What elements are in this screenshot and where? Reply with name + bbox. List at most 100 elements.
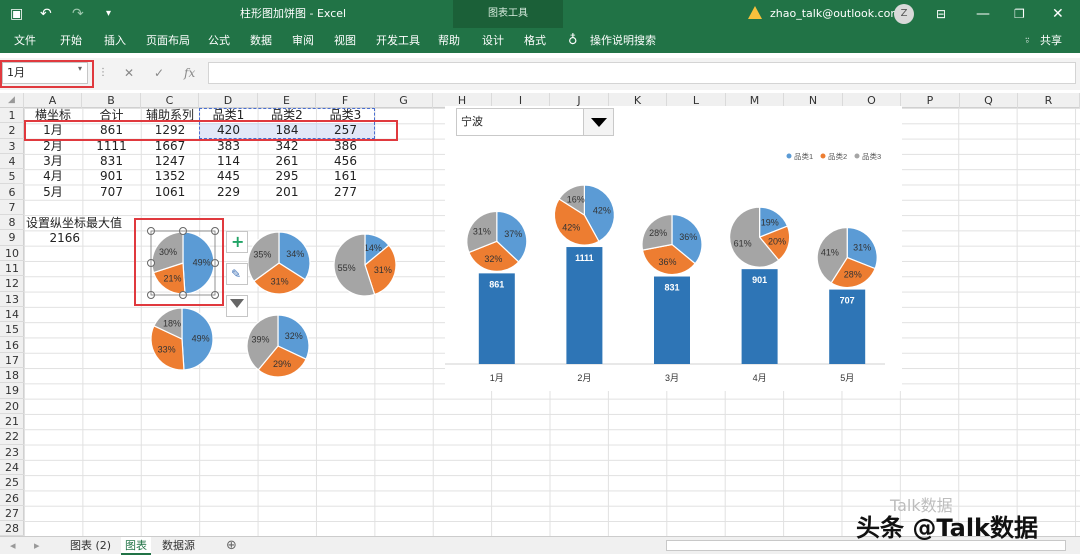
pie-data-label: 20% (768, 237, 786, 247)
restore-icon[interactable]: ❐ (1014, 0, 1025, 28)
chart-canvas: 8611月37%32%31%11112月42%42%16%8313月36%36%… (445, 151, 885, 383)
avatar[interactable]: Z (894, 4, 914, 24)
sheet-tab[interactable]: 数据源 (158, 537, 199, 555)
pie-data-label: 55% (338, 263, 356, 273)
next-sheet-icon[interactable]: ▸ (30, 537, 44, 555)
bar-value-label: 1111 (575, 253, 594, 263)
bar-value-label: 707 (840, 296, 855, 306)
chart-tools-context-tab: 图表工具 (453, 0, 563, 28)
row-header[interactable]: 26 (0, 491, 24, 506)
chart-pie-4月[interactable]: 19% 20% 61% (729, 206, 791, 268)
pie-data-label: 32% (484, 254, 502, 264)
column-header[interactable]: R (1018, 93, 1080, 108)
chart-pie-2月[interactable]: 42% 42% 16% (553, 184, 615, 246)
legend-marker (854, 153, 860, 159)
pie-data-label: 41% (821, 248, 839, 258)
pie-data-label: 31% (853, 242, 871, 252)
pie-data-label: 29% (273, 359, 291, 369)
plus-icon: + (231, 232, 245, 251)
watermark: 头条 @Talk数据 (856, 514, 1039, 542)
sheet-tab-active[interactable]: 图表 (121, 537, 151, 555)
chart-pie-1月[interactable]: 37% 32% 31% (466, 210, 528, 272)
brush-icon: ✎ (231, 267, 242, 281)
sheet-pie-5[interactable]: 32% 29% 39% (246, 314, 310, 378)
lightbulb-icon: ♁ (568, 33, 578, 48)
selected-pie-highlight (134, 218, 224, 306)
chart-styles-button[interactable]: ✎ (226, 263, 248, 285)
category-label: 4月 (753, 373, 767, 383)
city-dropdown[interactable]: 宁波 (456, 108, 614, 136)
pie-data-label: 28% (649, 228, 667, 238)
chart-pie-3月[interactable]: 36% 36% 28% (641, 213, 703, 276)
pie-data-label: 42% (562, 222, 580, 232)
row-header[interactable]: 23 (0, 445, 24, 460)
ribbon-display-icon[interactable]: ⊟ (936, 0, 946, 28)
bar-2月[interactable] (566, 247, 603, 364)
row-header[interactable]: 22 (0, 429, 24, 445)
legend-marker (820, 153, 826, 159)
sheet-pie-3[interactable]: 14% 31% 55% (333, 233, 397, 297)
sheet-tab[interactable]: 图表 (2) (66, 537, 115, 555)
add-sheet-icon[interactable]: ⊕ (222, 537, 241, 555)
pie-data-label: 35% (253, 250, 271, 260)
pie-data-label: 16% (567, 194, 585, 204)
bar-value-label: 831 (664, 283, 679, 293)
pie-data-label: 28% (844, 270, 862, 280)
tell-me-search[interactable]: 操作说明搜索 (590, 28, 656, 53)
legend-label: 品类3 (862, 151, 881, 161)
legend-marker (786, 153, 792, 159)
tab-design[interactable]: 设计 (482, 28, 504, 53)
row-header[interactable]: 20 (0, 399, 24, 414)
row-header[interactable]: 28 (0, 521, 24, 537)
chart-legend[interactable]: 品类1 品类2 品类3 (786, 151, 882, 161)
legend-label: 品类2 (828, 151, 847, 161)
chart-elements-button[interactable]: + (226, 231, 248, 253)
share-button[interactable]: 共享 (1040, 28, 1062, 53)
pie-data-label: 39% (251, 335, 269, 345)
dropdown-button[interactable] (583, 109, 613, 135)
row-header[interactable]: 25 (0, 475, 24, 491)
sheet-pie-4[interactable]: 49% 33% 18% (150, 307, 214, 371)
pie-data-label: 31% (271, 277, 289, 287)
sheet-pie-charts[interactable]: 49%21%30% 34%31%35%14%31%55%49%33%18%32%2… (0, 0, 445, 400)
pie-data-label: 34% (286, 249, 304, 259)
filter-icon (230, 299, 244, 308)
dropdown-value: 宁波 (461, 115, 483, 128)
combo-chart[interactable]: 861 1月 37% 32% 31% 1111 2月 42% 42% 16% 831 3月 36% 36%… (445, 106, 902, 391)
pie-data-label: 49% (192, 333, 210, 343)
row-header[interactable]: 24 (0, 460, 24, 476)
row-header[interactable]: 21 (0, 414, 24, 430)
minimize-icon[interactable]: — (976, 0, 990, 28)
category-label: 5月 (840, 373, 854, 383)
category-label: 2月 (577, 373, 591, 383)
column-header[interactable]: Q (960, 93, 1018, 108)
legend-label: 品类1 (794, 151, 813, 161)
chart-filters-button[interactable] (226, 295, 248, 317)
pie-data-label: 33% (158, 344, 176, 354)
pie-data-label: 31% (473, 226, 491, 236)
account-email[interactable]: zhao_talk@outlook.com (770, 0, 901, 28)
pie-data-label: 31% (374, 265, 392, 275)
category-label: 3月 (665, 373, 679, 383)
pie-data-label: 37% (504, 229, 522, 239)
category-label: 1月 (490, 373, 504, 383)
bar-value-label: 861 (489, 279, 504, 289)
tab-format[interactable]: 格式 (524, 28, 546, 53)
pie-data-label: 18% (163, 318, 181, 328)
pie-data-label: 32% (285, 331, 303, 341)
row-header[interactable]: 27 (0, 506, 24, 522)
column-header[interactable]: P (901, 93, 960, 108)
chart-pie-5月[interactable]: 31% 28% 41% (816, 226, 878, 289)
sheet-pie-2[interactable]: 34% 31% 35% (247, 231, 311, 295)
pie-data-label: 19% (761, 217, 779, 227)
pie-data-label: 14% (364, 243, 382, 253)
prev-sheet-icon[interactable]: ◂ (6, 537, 20, 555)
pie-data-label: 36% (659, 257, 677, 267)
pie-data-label: 42% (593, 206, 611, 216)
warning-icon (748, 6, 762, 19)
dropdown-arrow-icon (591, 118, 607, 127)
pie-data-label: 36% (679, 232, 697, 242)
pie-data-label: 61% (734, 238, 752, 248)
user-icon: ⍤ (1024, 34, 1031, 47)
close-icon[interactable]: ✕ (1052, 0, 1064, 28)
